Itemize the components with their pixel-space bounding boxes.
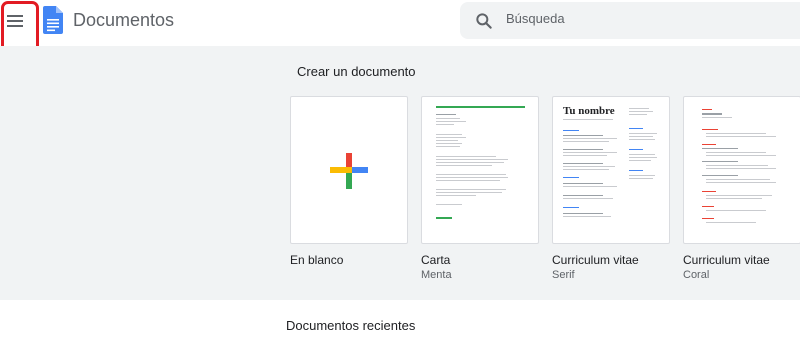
- template-resume-serif[interactable]: Tu nombre Curriculum vitae Serif: [552, 96, 670, 281]
- template-subtitle: Serif: [552, 269, 575, 281]
- template-thumbnail[interactable]: [683, 96, 800, 244]
- template-subtitle: Menta: [421, 269, 452, 281]
- search-icon[interactable]: [474, 11, 494, 31]
- search-input[interactable]: [506, 11, 766, 26]
- template-name: En blanco: [290, 253, 344, 267]
- template-gallery: Crear un documento En blanco Carta Menta…: [0, 46, 800, 300]
- template-name: Carta: [421, 253, 451, 267]
- template-resume-coral[interactable]: Curriculum vitae Coral: [683, 96, 800, 281]
- template-thumbnail[interactable]: [421, 96, 539, 244]
- template-letter[interactable]: Carta Menta: [421, 96, 539, 281]
- top-bar: Documentos: [0, 0, 800, 55]
- app-title: Documentos: [73, 10, 175, 30]
- template-blank[interactable]: En blanco: [290, 96, 408, 269]
- docs-logo-icon: [43, 6, 63, 34]
- hamburger-menu-icon: [7, 15, 23, 30]
- template-thumbnail[interactable]: Tu nombre: [552, 96, 670, 244]
- search-box[interactable]: [460, 2, 800, 39]
- template-name: Curriculum vitae: [683, 253, 770, 267]
- plus-icon: [330, 153, 368, 189]
- gallery-title: Crear un documento: [297, 64, 416, 79]
- template-subtitle: Coral: [683, 269, 710, 281]
- template-thumbnail[interactable]: [290, 96, 408, 244]
- template-name: Curriculum vitae: [552, 253, 639, 267]
- recent-documents-title: Documentos recientes: [286, 318, 416, 333]
- thumbnail-heading: Tu nombre: [563, 105, 615, 117]
